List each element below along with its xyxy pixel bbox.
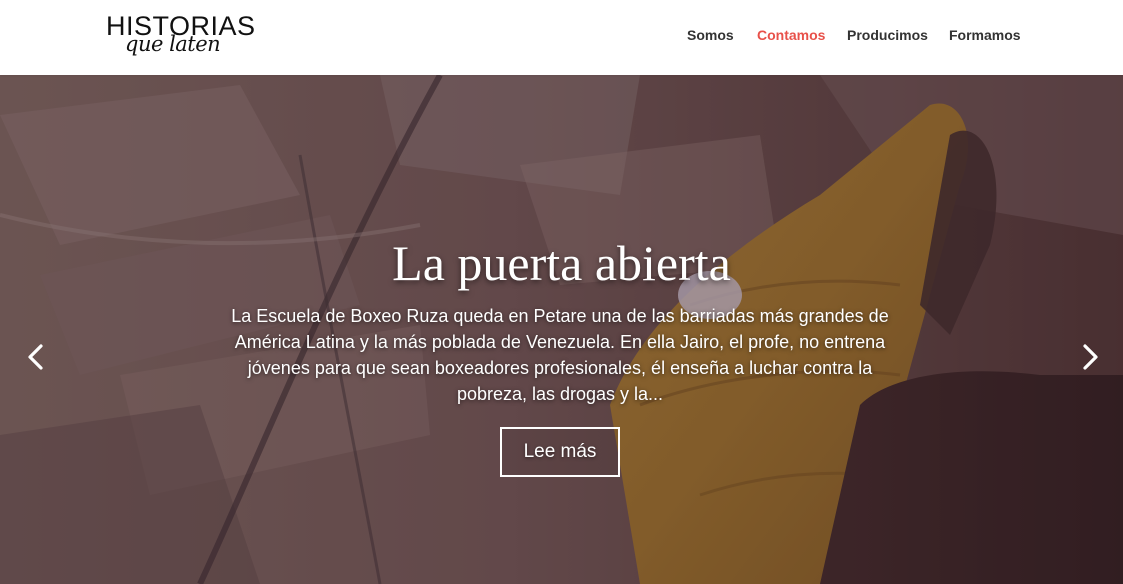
chevron-right-icon (1083, 344, 1098, 370)
nav-item-somos[interactable]: Somos (687, 26, 734, 44)
slider-prev-button[interactable] (22, 341, 52, 373)
nav-item-contamos[interactable]: Contamos (757, 26, 825, 44)
chevron-left-icon (28, 344, 43, 370)
read-more-button[interactable]: Lee más (500, 427, 620, 477)
nav-item-producimos[interactable]: Producimos (847, 26, 928, 44)
site-header: HISTORIAS que laten Somos Contamos Produ… (0, 0, 1123, 75)
slider-next-button[interactable] (1074, 341, 1104, 373)
slide-title: La puerta abierta (392, 235, 731, 291)
nav-item-formamos[interactable]: Formamos (949, 26, 1021, 44)
slide-excerpt: La Escuela de Boxeo Ruza queda en Petare… (231, 306, 889, 404)
main-nav: Somos Contamos Producimos Formamos (0, 26, 1123, 46)
hero-slider: La puerta abierta La Escuela de Boxeo Ru… (0, 75, 1123, 584)
